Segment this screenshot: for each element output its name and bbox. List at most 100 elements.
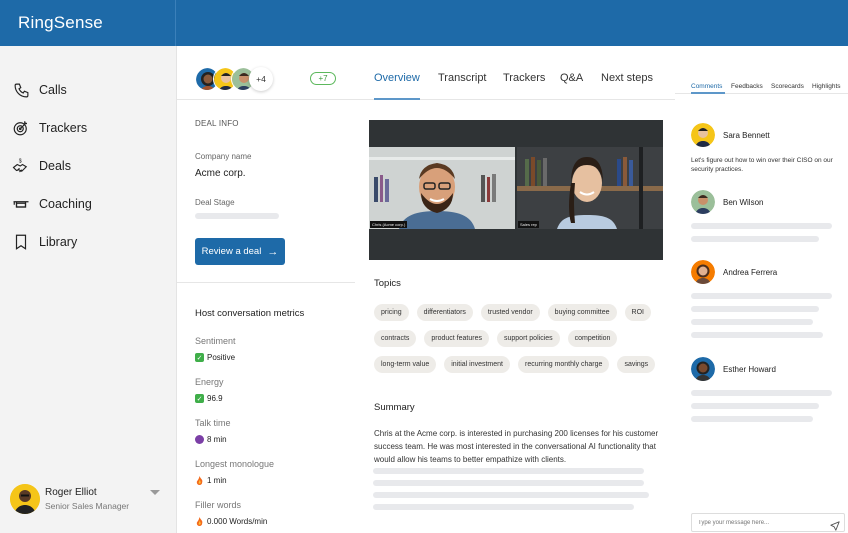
active-tab-indicator	[691, 92, 725, 94]
tab-highlights[interactable]: Highlights	[812, 83, 841, 90]
metric-value-longest-monologue: 1 min	[195, 476, 227, 485]
devil-icon	[195, 435, 204, 444]
metric-label-filler-words: Filler words	[195, 500, 242, 510]
sidebar-item-calls[interactable]: Calls	[11, 78, 67, 102]
user-profile[interactable]: Roger Elliot Senior Sales Manager	[10, 484, 170, 516]
divider	[177, 99, 355, 100]
comment-author: Sara Bennett	[723, 131, 770, 140]
tab-scorecards[interactable]: Scorecards	[771, 83, 804, 90]
app-logo[interactable]: RingSense	[18, 13, 103, 33]
topic-chip[interactable]: trusted vendor	[480, 304, 540, 321]
comment-author: Ben Wilson	[723, 198, 764, 207]
main-tabs: Overview Transcript Trackers Q&A Next st…	[355, 46, 675, 100]
metric-value-talk-time: 8 min	[195, 435, 227, 444]
topics-list: pricing differentiators trusted vendor b…	[374, 304, 669, 382]
metric-value-text: Positive	[207, 353, 236, 362]
topic-chip[interactable]: pricing	[374, 304, 409, 321]
participant-video-image	[369, 147, 515, 229]
topic-chip[interactable]: buying committee	[547, 304, 617, 321]
top-bar: RingSense	[0, 0, 848, 46]
topic-chip[interactable]: initial investment	[444, 356, 510, 373]
review-deal-button[interactable]: Review a deal →	[195, 238, 285, 265]
summary-placeholder-line	[373, 492, 649, 498]
topics-title: Topics	[374, 278, 401, 289]
main-panel: Overview Transcript Trackers Q&A Next st…	[355, 46, 675, 533]
phone-icon	[11, 80, 31, 100]
topic-chip[interactable]: competition	[567, 330, 618, 347]
comment-placeholder-line	[691, 293, 832, 299]
topic-row: contracts product features support polic…	[374, 330, 669, 347]
right-tabs: Comments Feedbacks Scorecards Highlights	[675, 46, 848, 94]
sidebar-item-deals[interactable]: $ Deals	[11, 154, 71, 178]
topic-chip[interactable]: ROI	[624, 304, 651, 321]
comment-placeholder-line	[691, 332, 823, 338]
check-icon: ✓	[195, 394, 204, 403]
metric-value-energy: ✓ 96.9	[195, 394, 223, 403]
deal-stage-label: Deal Stage	[195, 198, 235, 207]
summary-text: Chris at the Acme corp. is interested in…	[374, 429, 659, 464]
topic-chip[interactable]: contracts	[374, 330, 417, 347]
tab-feedbacks[interactable]: Feedbacks	[731, 83, 763, 90]
user-role: Senior Sales Manager	[45, 501, 130, 511]
sidebar-item-coaching[interactable]: Coaching	[11, 192, 92, 216]
topic-row: long-term value initial investment recur…	[374, 356, 669, 373]
metric-value-sentiment: ✓ Positive	[195, 353, 235, 362]
avatar	[691, 190, 715, 214]
tab-trackers[interactable]: Trackers	[503, 72, 545, 84]
video-caption: Chris (Acme corp.)	[370, 221, 408, 228]
metrics-title: Host conversation metrics	[195, 308, 305, 319]
sidebar-item-library[interactable]: Library	[11, 230, 77, 254]
metric-label-talk-time: Talk time	[195, 418, 231, 428]
target-icon	[11, 118, 31, 138]
sidebar-item-label: Trackers	[39, 121, 88, 135]
topic-chip[interactable]: support policies	[497, 330, 560, 347]
svg-text:$: $	[19, 158, 22, 164]
brand-area: RingSense	[0, 0, 176, 46]
topic-chip[interactable]: recurring monthly charge	[518, 356, 610, 373]
metric-label-energy: Energy	[195, 377, 224, 387]
participants[interactable]: +4	[195, 67, 273, 91]
more-participants[interactable]: +4	[249, 67, 273, 91]
user-name: Roger Elliot	[45, 487, 97, 498]
tab-next-steps[interactable]: Next steps	[601, 72, 653, 84]
metric-label-sentiment: Sentiment	[195, 336, 236, 346]
avatar	[691, 357, 715, 381]
tab-transcript[interactable]: Transcript	[438, 72, 487, 84]
fire-icon	[195, 476, 204, 485]
handshake-dollar-icon: $	[11, 156, 31, 176]
check-icon: ✓	[195, 353, 204, 362]
chevron-down-icon[interactable]	[150, 490, 160, 495]
comments-panel: Comments Feedbacks Scorecards Highlights…	[675, 46, 848, 533]
comment-author: Esther Howard	[723, 365, 776, 374]
tab-overview[interactable]: Overview	[374, 72, 420, 84]
video-tile: Chris (Acme corp.)	[369, 147, 515, 229]
avatar	[10, 484, 40, 514]
tab-comments[interactable]: Comments	[691, 83, 722, 90]
video-player[interactable]: Chris (Acme corp.) Sales rep	[369, 120, 663, 260]
video-caption: Sales rep	[518, 221, 539, 228]
metric-value-text: 96.9	[207, 394, 223, 403]
review-deal-label: Review a deal	[201, 246, 262, 257]
topic-chip[interactable]: long-term value	[374, 356, 437, 373]
comment-placeholder-line	[691, 403, 819, 409]
avatar	[691, 123, 715, 147]
sidebar-item-trackers[interactable]: Trackers	[11, 116, 87, 140]
comment-placeholder-line	[691, 390, 832, 396]
send-icon[interactable]	[830, 518, 840, 531]
metric-label-longest-monologue: Longest monologue	[195, 459, 275, 469]
metric-value-text: 1 min	[207, 476, 227, 485]
summary-placeholder-line	[373, 480, 644, 486]
tab-qa[interactable]: Q&A	[560, 72, 583, 84]
company-label: Company name	[195, 152, 252, 161]
topic-row: pricing differentiators trusted vendor b…	[374, 304, 669, 321]
comment-text: Let's figure out how to win over their C…	[691, 157, 833, 173]
topic-chip[interactable]: savings	[617, 356, 656, 373]
message-input[interactable]	[691, 513, 845, 532]
comment-placeholder-line	[691, 319, 813, 325]
topic-chip[interactable]: differentiators	[416, 304, 473, 321]
metric-value-text: 0.000 Words/min	[207, 517, 268, 526]
summary-title: Summary	[374, 402, 415, 413]
sidebar-item-label: Coaching	[39, 197, 92, 211]
new-count-badge[interactable]: +7	[310, 72, 336, 85]
topic-chip[interactable]: product features	[424, 330, 489, 347]
